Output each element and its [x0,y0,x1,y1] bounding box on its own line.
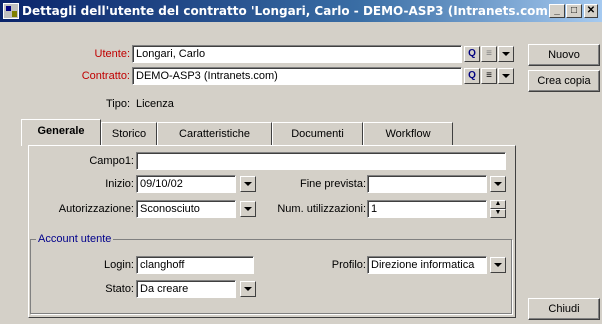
search-icon[interactable]: Q [464,68,480,84]
maximize-icon[interactable]: □ [566,4,582,18]
num-utilizzazioni-label: Num. utilizzazioni: [277,203,366,215]
calendar-dropdown-icon[interactable] [490,176,506,192]
stato-select[interactable]: Da creare [136,280,236,298]
window-title: Dettagli dell'utente del contratto 'Long… [22,4,558,18]
spin-down-icon[interactable]: ▼ [490,209,506,218]
num-utilizzazioni-field[interactable]: 1 [367,200,487,218]
chevron-down-icon[interactable] [498,68,514,84]
chiudi-label: Chiudi [548,303,580,315]
chiudi-button[interactable]: Chiudi [528,298,600,320]
search-icon[interactable]: Q [464,46,480,62]
inizio-label: Inizio: [105,178,134,190]
nuovo-label: Nuovo [548,49,580,61]
calendar-dropdown-icon[interactable] [240,176,256,192]
chevron-down-icon[interactable] [240,201,256,217]
title-bar[interactable]: Dettagli dell'utente del contratto 'Long… [0,0,602,22]
tab-documenti[interactable]: Documenti [272,122,363,146]
profilo-label: Profilo: [331,259,366,271]
tab-workflow[interactable]: Workflow [363,122,453,146]
campo1-label: Campo1: [89,155,134,167]
list-icon[interactable]: ≡ [481,46,497,62]
utente-label[interactable]: Utente: [95,46,130,62]
inizio-field[interactable]: 09/10/02 [136,175,236,193]
profilo-select[interactable]: Direzione informatica [367,256,487,274]
fine-prevista-field[interactable] [367,175,487,193]
tipo-label: Tipo: [105,98,130,110]
contratto-label[interactable]: Contratto: [82,68,130,84]
tab-storico[interactable]: Storico [101,122,157,146]
minimize-icon[interactable]: _ [549,4,565,18]
chevron-down-icon[interactable] [490,257,506,273]
contratto-field[interactable]: DEMO-ASP3 (Intranets.com) [132,67,462,85]
crea-copia-button[interactable]: Crea copia [528,70,600,92]
autorizzazione-label: Autorizzazione: [58,203,134,215]
crea-copia-label: Crea copia [537,75,591,87]
login-field[interactable]: clanghoff [136,256,254,274]
chevron-down-icon[interactable] [240,281,256,297]
login-label: Login: [104,259,134,271]
close-icon[interactable]: ✕ [584,4,598,18]
tab-caratteristiche[interactable]: Caratteristiche [157,122,272,146]
nuovo-button[interactable]: Nuovo [528,44,600,66]
list-icon[interactable]: ≡ [481,68,497,84]
spin-up-icon[interactable]: ▲ [490,200,506,209]
autorizzazione-select[interactable]: Sconosciuto [136,200,236,218]
chevron-down-icon[interactable] [498,46,514,62]
stato-label: Stato: [105,283,134,295]
tipo-value: Licenza [136,98,174,110]
campo1-field[interactable] [136,152,506,170]
tab-generale[interactable]: Generale [21,119,101,146]
fine-prevista-label: Fine prevista: [299,178,366,190]
account-utente-label: Account utente [36,232,114,246]
utente-field[interactable]: Longari, Carlo [132,45,462,63]
app-icon [3,3,19,19]
account-utente-group [30,239,512,314]
